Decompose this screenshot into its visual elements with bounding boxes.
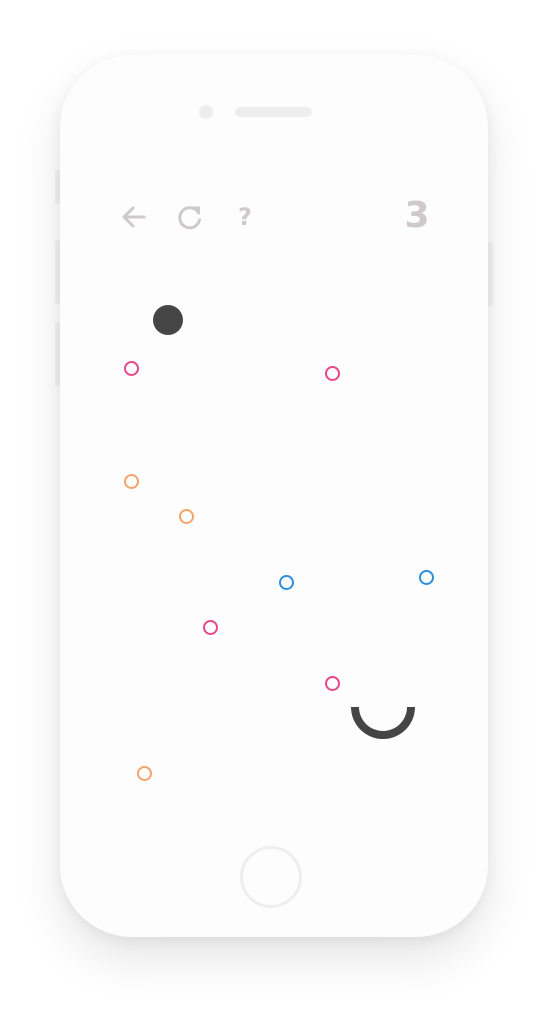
goal-cup	[350, 706, 416, 762]
help-button[interactable]: ?	[229, 201, 261, 233]
target-dot	[124, 361, 139, 376]
home-button[interactable]	[240, 846, 302, 908]
target-dot	[325, 676, 340, 691]
power-button	[488, 242, 493, 306]
help-icon: ?	[238, 203, 252, 231]
restart-button[interactable]	[174, 201, 206, 233]
level-counter: 3	[404, 195, 430, 236]
phone-body	[60, 55, 488, 937]
earpiece-speaker	[235, 107, 312, 117]
target-dot	[419, 570, 434, 585]
front-camera	[199, 105, 213, 119]
target-dot	[137, 766, 152, 781]
target-dot	[124, 474, 139, 489]
refresh-icon	[176, 203, 204, 231]
arrow-left-icon	[120, 203, 148, 231]
target-dot	[325, 366, 340, 381]
player-ball[interactable]	[153, 305, 183, 335]
back-button[interactable]	[118, 201, 150, 233]
device-frame: ? 3	[0, 0, 560, 1016]
target-dot	[203, 620, 218, 635]
target-dot	[279, 575, 294, 590]
target-dot	[179, 509, 194, 524]
